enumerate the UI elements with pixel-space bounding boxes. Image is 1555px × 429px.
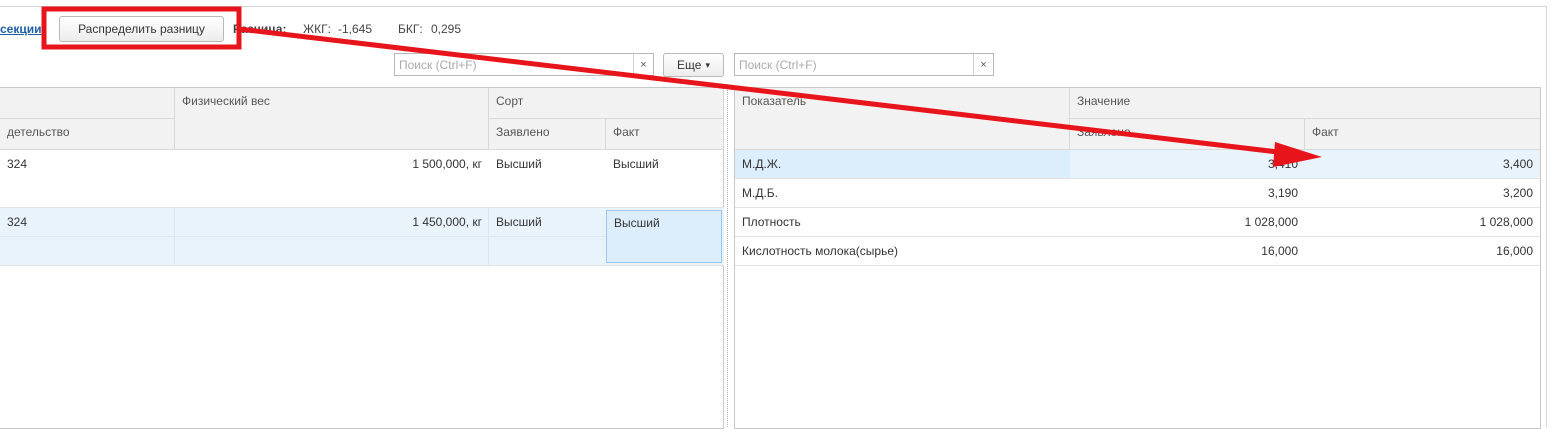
highlight-rectangle [41, 6, 242, 50]
annotation-overlay [41, 6, 1322, 167]
annotation-arrow-head [1273, 142, 1322, 167]
annotation-arrow-shaft [238, 26, 1279, 155]
